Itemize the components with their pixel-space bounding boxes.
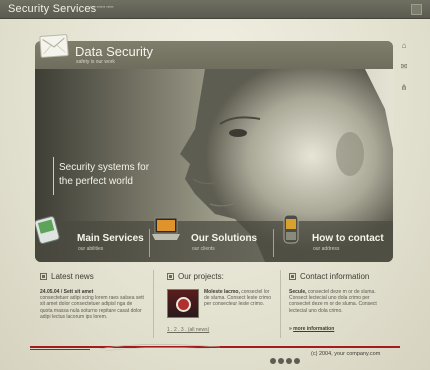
contact-lead: Secule, [289, 289, 307, 295]
nav-sub-main-services: our abilities [78, 246, 104, 252]
nav-label-how-to-contact: How to contact [312, 233, 384, 244]
square-bullet-icon [289, 273, 296, 280]
home-icon[interactable]: ⌂ [399, 41, 409, 51]
footer-rule-accent [30, 349, 90, 350]
column-divider [153, 270, 154, 338]
column-divider [280, 270, 281, 338]
footer-icons [270, 351, 302, 369]
tagline-rule [53, 157, 54, 195]
panel-header: Data Security safety is our work [35, 41, 393, 69]
site-title: Security Services [8, 3, 97, 15]
panel-subtitle: safety is our work [76, 59, 115, 65]
laptop-icon [152, 217, 180, 240]
tagline-line-2: the perfect world [59, 176, 133, 187]
panel-title: Data Security [75, 44, 154, 59]
sitemap-icon[interactable]: ⋔ [399, 83, 409, 93]
projects-title: Our projects: [167, 272, 272, 284]
mail-icon[interactable]: ✉ [399, 62, 409, 72]
phone-icon [283, 214, 299, 244]
latest-news-title: Latest news [40, 272, 144, 284]
square-bullet-icon [40, 273, 47, 280]
top-bar: Security Services ▪▪▪▪ ▪▪▪▪▪▪ ▪▪▪▪▪ [0, 0, 430, 19]
latest-news-title-text: Latest news [51, 272, 94, 281]
nav-label-our-solutions: Our Solutions [191, 233, 258, 244]
copyright: (c) 2004, your company.com [311, 351, 381, 357]
nav-item-how-to-contact[interactable]: How to contact our address [275, 214, 393, 262]
record-icon [176, 297, 191, 312]
nav-label-main-services: Main Services [77, 233, 144, 244]
news-body: consectetuer adipi scing lorem raes sals… [40, 295, 144, 320]
nav-item-our-solutions[interactable]: Our Solutions our clients [151, 217, 271, 262]
contact-title: Contact information [289, 272, 389, 284]
latest-news-section: Latest news 24.05.04 / Sett sit amet con… [40, 272, 144, 320]
square-bullet-icon [167, 273, 174, 280]
more-information-text: more information [293, 326, 335, 332]
window-corner-icon[interactable] [411, 4, 422, 15]
nav-item-main-services[interactable]: Main Services our abilities [35, 215, 147, 262]
envelope-icon [39, 34, 69, 58]
project-thumbnail[interactable] [167, 289, 199, 318]
footer-swoosh-graphic [100, 344, 220, 352]
news-date-text: 24.05.04 / Sett sit amet [40, 289, 94, 295]
nav-sub-how-to-contact: our address [313, 246, 340, 252]
footer-icon-3[interactable] [286, 358, 292, 364]
footer-icon-1[interactable] [270, 358, 276, 364]
contact-title-text: Contact information [300, 272, 370, 281]
tagline-line-1: Security systems for [59, 162, 150, 173]
projects-lead: Moleste lacmo, [204, 289, 240, 295]
projects-title-text: Our projects: [178, 272, 224, 281]
projects-section: Our projects: Moleste lacmo, consectel l… [167, 272, 272, 332]
top-bar-subtext: ▪▪▪▪ ▪▪▪▪▪▪ ▪▪▪▪▪ [90, 4, 114, 9]
footer-icon-2[interactable] [278, 358, 284, 364]
contact-text: Secule, consectel deze m or de sluma. Co… [289, 289, 389, 314]
news-pager[interactable]: 1 . 2 . 3 . (all news) [167, 327, 209, 333]
footer-icon-4[interactable] [294, 358, 300, 364]
nav-sub-our-solutions: our clients [192, 246, 215, 252]
nav-strip: Main Services our abilities Our Solution… [35, 214, 393, 262]
pda-icon [35, 215, 60, 245]
tagline: Security systems for the perfect world [59, 161, 199, 189]
more-information-link[interactable]: » more information [289, 326, 334, 332]
projects-text: Moleste lacmo, consectel lor de sluma. C… [204, 289, 272, 308]
hero-panel: Data Security safety is our work Securit… [35, 41, 393, 262]
contact-section: Contact information Secule, consectel de… [289, 272, 389, 314]
side-icon-bar: ⌂ ✉ ⋔ [399, 41, 413, 104]
